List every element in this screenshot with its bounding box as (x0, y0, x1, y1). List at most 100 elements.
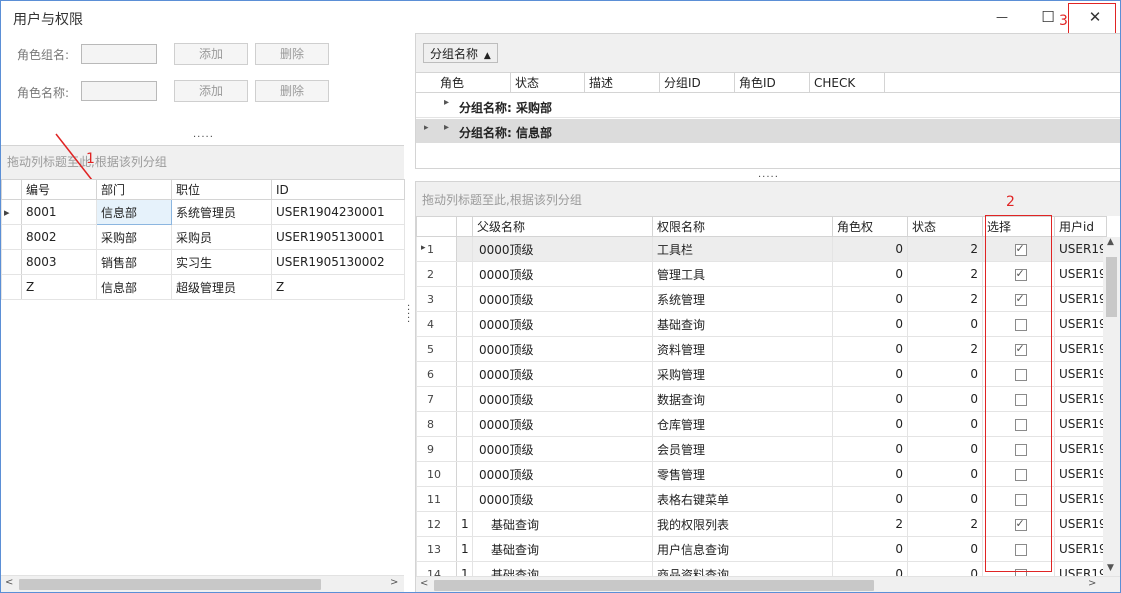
cell-parent-id[interactable]: 1 (456, 536, 473, 562)
horizontal-splitter-right[interactable]: ..... (758, 169, 779, 180)
cell-role-right[interactable]: 2 (832, 511, 908, 537)
scroll-down-icon[interactable]: ▼ (1107, 563, 1114, 573)
cell-status[interactable]: 0 (907, 436, 983, 462)
cell-role-right[interactable]: 0 (832, 286, 908, 312)
cell-permission-name[interactable]: 基础查询 (652, 311, 833, 337)
table-row[interactable]: Z 信息部 超级管理员 Z (1, 274, 405, 300)
cell-row-number[interactable]: 11 (416, 486, 457, 512)
cell-parent-id[interactable] (456, 436, 473, 462)
cell-status[interactable]: 0 (907, 386, 983, 412)
cell-role-right[interactable]: 0 (832, 461, 908, 487)
cell-row-number[interactable]: 12 (416, 511, 457, 537)
scroll-left-icon[interactable]: < (420, 578, 428, 589)
vertical-splitter[interactable]: · · · · · (405, 33, 415, 592)
cell-status[interactable]: 2 (907, 336, 983, 362)
scrollbar-thumb[interactable] (1106, 257, 1117, 317)
permission-horizontal-scrollbar[interactable]: < > (416, 576, 1120, 592)
group-sort-button[interactable]: 分组名称 ▲ (423, 43, 498, 63)
cell-permission-name[interactable]: 用户信息查询 (652, 536, 833, 562)
cell-status[interactable]: 0 (907, 461, 983, 487)
cell-permission-name[interactable]: 零售管理 (652, 461, 833, 487)
column-header-user-id[interactable]: 用户id (1054, 216, 1107, 237)
cell-role-right[interactable]: 0 (832, 336, 908, 362)
cell-status[interactable]: 2 (907, 286, 983, 312)
cell-parent-id[interactable] (456, 411, 473, 437)
cell-user-id[interactable]: USER19 (1054, 486, 1107, 512)
cell-row-number[interactable]: 2 (416, 261, 457, 287)
cell-code[interactable]: 8002 (21, 224, 97, 250)
scroll-right-icon[interactable]: > (1088, 578, 1096, 589)
cell-parent-name[interactable]: 0000顶级 (472, 236, 653, 262)
cell-row-number[interactable]: 8 (416, 411, 457, 437)
cell-role-right[interactable]: 0 (832, 261, 908, 287)
cell-status[interactable]: 0 (907, 361, 983, 387)
cell-user-id[interactable]: USER19 (1054, 286, 1107, 312)
horizontal-splitter[interactable]: ..... (193, 129, 214, 140)
cell-parent-name[interactable]: 0000顶级 (472, 261, 653, 287)
cell-parent-id[interactable]: 1 (456, 511, 473, 537)
cell-code[interactable]: 8003 (21, 249, 97, 275)
add-role-button[interactable]: 添加 (174, 80, 248, 102)
cell-parent-id[interactable] (456, 361, 473, 387)
scrollbar-thumb[interactable] (19, 579, 321, 590)
cell-row-number[interactable]: 3 (416, 286, 457, 312)
left-horizontal-scrollbar[interactable]: < > (1, 575, 404, 592)
role-name-input[interactable] (81, 81, 157, 101)
column-header-parent-name[interactable]: 父级名称 (472, 216, 653, 237)
cell-code[interactable]: Z (21, 274, 97, 300)
cell-permission-name[interactable]: 会员管理 (652, 436, 833, 462)
scroll-up-icon[interactable]: ▲ (1107, 237, 1114, 247)
cell-row-number[interactable]: 10 (416, 461, 457, 487)
cell-role-right[interactable]: 0 (832, 436, 908, 462)
cell-parent-id[interactable] (456, 286, 473, 312)
cell-row-number[interactable]: 9 (416, 436, 457, 462)
column-header-code[interactable]: 编号 (21, 179, 97, 200)
cell-parent-name[interactable]: 0000顶级 (472, 336, 653, 362)
cell-permission-name[interactable]: 仓库管理 (652, 411, 833, 437)
cell-status[interactable]: 0 (907, 311, 983, 337)
cell-role-right[interactable]: 0 (832, 386, 908, 412)
cell-parent-id[interactable] (456, 386, 473, 412)
cell-parent-id[interactable] (456, 336, 473, 362)
cell-user-id[interactable]: USER19 (1054, 386, 1107, 412)
column-header-position[interactable]: 职位 (171, 179, 272, 200)
cell-parent-name[interactable]: 0000顶级 (472, 311, 653, 337)
column-header-id[interactable]: ID (271, 179, 405, 200)
cell-user-id[interactable]: USER19 (1054, 536, 1107, 562)
delete-role-button[interactable]: 删除 (255, 80, 329, 102)
cell-parent-name[interactable]: 基础查询 (472, 511, 653, 537)
cell-parent-name[interactable]: 0000顶级 (472, 486, 653, 512)
cell-id[interactable]: USER1904230001 (271, 199, 405, 225)
cell-role-right[interactable]: 0 (832, 486, 908, 512)
cell-user-id[interactable]: USER19 (1054, 511, 1107, 537)
column-header-department[interactable]: 部门 (96, 179, 172, 200)
column-header-3[interactable]: 分组ID (660, 73, 735, 93)
cell-user-id[interactable]: USER19 (1054, 461, 1107, 487)
cell-role-right[interactable]: 0 (832, 311, 908, 337)
cell-parent-name[interactable]: 0000顶级 (472, 411, 653, 437)
column-header-1[interactable]: 状态 (511, 73, 585, 93)
cell-permission-name[interactable]: 工具栏 (652, 236, 833, 262)
cell-row-number[interactable]: 13 (416, 536, 457, 562)
cell-status[interactable]: 2 (907, 261, 983, 287)
cell-permission-name[interactable]: 资料管理 (652, 336, 833, 362)
cell-permission-name[interactable]: 数据查询 (652, 386, 833, 412)
cell-department[interactable]: 销售部 (96, 249, 172, 275)
cell-role-right[interactable]: 0 (832, 411, 908, 437)
cell-parent-id[interactable] (456, 486, 473, 512)
cell-row-number[interactable]: 7 (416, 386, 457, 412)
scroll-right-icon[interactable]: > (390, 577, 398, 588)
column-header-5[interactable]: CHECK (810, 73, 885, 93)
cell-row-number[interactable]: ▸ 1 (416, 236, 457, 262)
cell-user-id[interactable]: USER19 (1054, 261, 1107, 287)
cell-user-id[interactable]: USER19 (1054, 336, 1107, 362)
table-row[interactable]: 8003 销售部 实习生 USER1905130002 (1, 249, 405, 275)
cell-role-right[interactable]: 0 (832, 536, 908, 562)
column-header-role-right[interactable]: 角色权 (832, 216, 908, 237)
cell-permission-name[interactable]: 管理工具 (652, 261, 833, 287)
column-header-permission-name[interactable]: 权限名称 (652, 216, 833, 237)
cell-position[interactable]: 采购员 (171, 224, 272, 250)
cell-code[interactable]: 8001 (21, 199, 97, 225)
cell-status[interactable]: 0 (907, 486, 983, 512)
scrollbar-thumb[interactable] (434, 580, 874, 591)
